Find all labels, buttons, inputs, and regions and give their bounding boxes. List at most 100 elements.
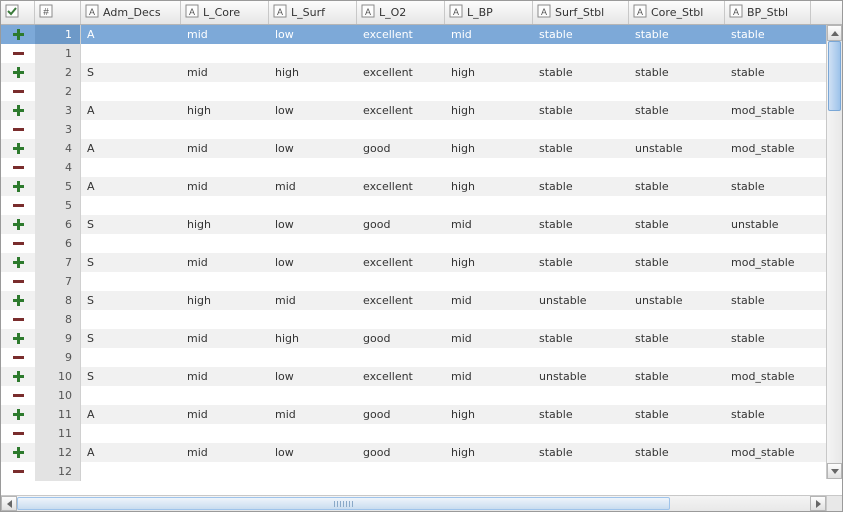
table-row[interactable]: 2: [1, 82, 826, 101]
scroll-right-button[interactable]: [810, 496, 826, 511]
table-header: # A Adm_Decs AL_CoreAL_SurfAL_O2AL_BPASurf_…: [1, 1, 842, 25]
cell-Adm_Decs: S: [81, 329, 181, 348]
table-row[interactable]: 12: [1, 462, 826, 481]
text-type-icon: A: [85, 4, 99, 21]
svg-text:A: A: [189, 7, 195, 17]
chevron-right-icon: [816, 500, 821, 508]
svg-text:#: #: [43, 7, 49, 18]
column-header-icon[interactable]: [1, 1, 35, 24]
cell-L_Surf: high: [269, 329, 357, 348]
table-row[interactable]: 5Amidmidexcellenthighstablestablestable: [1, 177, 826, 196]
cell-L_Surf: mid: [269, 177, 357, 196]
cell-L_BP: mid: [445, 291, 533, 310]
row-number: 10: [35, 386, 81, 405]
cell-L_BP: [445, 272, 533, 291]
table-row[interactable]: 10: [1, 386, 826, 405]
column-header-label: Adm_Decs: [103, 6, 161, 19]
cell-L_Core: mid: [181, 139, 269, 158]
cell-Core_Stbl: [629, 120, 725, 139]
cell-L_O2: good: [357, 443, 445, 462]
table-row[interactable]: 5: [1, 196, 826, 215]
cell-L_Core: [181, 44, 269, 63]
cell-L_Core: [181, 348, 269, 367]
table-row[interactable]: 8: [1, 310, 826, 329]
cell-Core_Stbl: [629, 234, 725, 253]
row-number: 6: [35, 215, 81, 234]
column-header-label: Core_Stbl: [651, 6, 703, 19]
cell-L_Surf: high: [269, 63, 357, 82]
row-number: 12: [35, 443, 81, 462]
table-row[interactable]: 12Amidlowgoodhighstablestablemod_stable: [1, 443, 826, 462]
cell-Core_Stbl: stable: [629, 367, 725, 386]
scroll-down-button[interactable]: [827, 463, 842, 479]
table-row[interactable]: 11: [1, 424, 826, 443]
table-row[interactable]: 3: [1, 120, 826, 139]
table-row[interactable]: 6: [1, 234, 826, 253]
cell-L_O2: excellent: [357, 25, 445, 44]
table-row[interactable]: 2Smidhighexcellenthighstablestablestable: [1, 63, 826, 82]
cell-L_BP: [445, 234, 533, 253]
cell-L_Core: mid: [181, 253, 269, 272]
table-row[interactable]: 8Shighmidexcellentmidunstableunstablesta…: [1, 291, 826, 310]
cell-BP_Stbl: [725, 234, 811, 253]
column-header-Core_Stbl[interactable]: ACore_Stbl: [629, 1, 725, 24]
table-row[interactable]: 11Amidmidgoodhighstablestablestable: [1, 405, 826, 424]
cell-Adm_Decs: [81, 234, 181, 253]
cell-Core_Stbl: [629, 310, 725, 329]
table-row[interactable]: 1: [1, 44, 826, 63]
cell-L_Core: [181, 196, 269, 215]
table-row[interactable]: 10Smidlowexcellentmidunstablestablemod_s…: [1, 367, 826, 386]
vscroll-thumb[interactable]: [828, 41, 841, 111]
cell-L_O2: good: [357, 139, 445, 158]
table-row[interactable]: 1Amidlowexcellentmidstablestablestable: [1, 25, 826, 44]
cell-L_Core: [181, 234, 269, 253]
row-number: 1: [35, 25, 81, 44]
table-row[interactable]: 6Shighlowgoodmidstablestableunstable: [1, 215, 826, 234]
hscroll-track[interactable]: [17, 496, 810, 511]
column-header-L_BP[interactable]: AL_BP: [445, 1, 533, 24]
column-header-Adm_Decs[interactable]: A Adm_Decs: [81, 1, 181, 24]
cell-Surf_Stbl: [533, 234, 629, 253]
vscroll-track[interactable]: [827, 41, 842, 463]
hscroll-thumb[interactable]: [17, 497, 670, 510]
table-row[interactable]: 4Amidlowgoodhighstableunstablemod_stable: [1, 139, 826, 158]
cell-Core_Stbl: stable: [629, 405, 725, 424]
scroll-left-button[interactable]: [1, 496, 17, 511]
cell-L_O2: excellent: [357, 253, 445, 272]
cell-Adm_Decs: [81, 424, 181, 443]
cell-Surf_Stbl: [533, 348, 629, 367]
horizontal-scrollbar[interactable]: [1, 495, 826, 511]
column-header-L_Core[interactable]: AL_Core: [181, 1, 269, 24]
table-row[interactable]: 9: [1, 348, 826, 367]
table-row[interactable]: 4: [1, 158, 826, 177]
vertical-scrollbar[interactable]: [826, 25, 842, 479]
cell-BP_Stbl: mod_stable: [725, 253, 811, 272]
column-header-Surf_Stbl[interactable]: ASurf_Stbl: [533, 1, 629, 24]
table-row[interactable]: 3Ahighlowexcellenthighstablestablemod_st…: [1, 101, 826, 120]
cell-L_Core: [181, 386, 269, 405]
column-header-L_O2[interactable]: AL_O2: [357, 1, 445, 24]
cell-L_Core: [181, 462, 269, 481]
row-number: 4: [35, 139, 81, 158]
text-type-icon: A: [361, 4, 375, 21]
table-row[interactable]: 7: [1, 272, 826, 291]
column-header-L_Surf[interactable]: AL_Surf: [269, 1, 357, 24]
column-header-rownum[interactable]: #: [35, 1, 81, 24]
cell-L_Surf: [269, 158, 357, 177]
cell-Core_Stbl: stable: [629, 63, 725, 82]
plus-icon: [1, 443, 35, 462]
cell-L_O2: excellent: [357, 177, 445, 196]
row-number: 2: [35, 82, 81, 101]
cell-Adm_Decs: [81, 462, 181, 481]
checkbox-icon: [5, 4, 19, 21]
table-row[interactable]: 9Smidhighgoodmidstablestablestable: [1, 329, 826, 348]
cell-L_O2: [357, 462, 445, 481]
cell-L_Surf: [269, 196, 357, 215]
minus-icon: [1, 120, 35, 139]
cell-Surf_Stbl: stable: [533, 405, 629, 424]
table-row[interactable]: 7Smidlowexcellenthighstablestablemod_sta…: [1, 253, 826, 272]
cell-Surf_Stbl: [533, 196, 629, 215]
row-number: 11: [35, 405, 81, 424]
column-header-BP_Stbl[interactable]: ABP_Stbl: [725, 1, 811, 24]
scroll-up-button[interactable]: [827, 25, 842, 41]
